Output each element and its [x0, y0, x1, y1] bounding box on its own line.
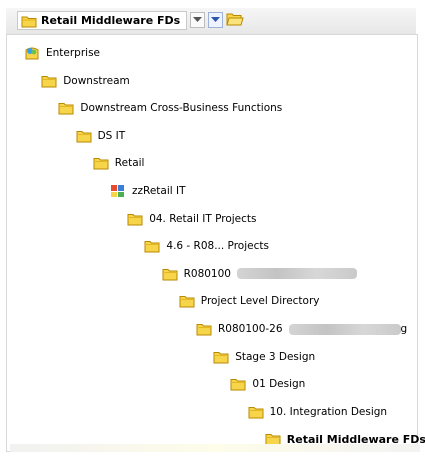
tree-node-label: 10. Integration Design: [269, 405, 388, 418]
folder-selector[interactable]: Retail Middleware FDs: [17, 11, 187, 30]
tree-node-label: Retail: [114, 157, 145, 170]
tree-node-label: Project Level Directory: [200, 295, 320, 308]
tree-node[interactable]: 10. Integration Design: [248, 403, 387, 421]
open-folder-icon[interactable]: [226, 11, 244, 30]
enterprise-icon: [24, 46, 40, 60]
toolbar: Retail Middleware FDs: [6, 8, 416, 34]
tree-node-label: 4.6 - R08... Projects: [166, 240, 269, 253]
tree-node-label: 04. Retail IT Projects: [149, 212, 257, 225]
tree-node-label: Enterprise: [46, 47, 101, 59]
folder-icon: [248, 405, 264, 419]
folder-icon: [162, 267, 178, 281]
tree-node-label: R080100-26: [218, 323, 283, 335]
tree-node[interactable]: DS IT: [76, 127, 126, 145]
folder-icon: [179, 294, 195, 308]
tree-node[interactable]: R080100: [162, 265, 357, 283]
folder-icon: [230, 377, 246, 391]
tree-node-label: R080100: [183, 267, 231, 280]
tree-node[interactable]: 01 Design: [230, 375, 305, 393]
folder-icon: [76, 129, 92, 143]
tree-node-label: zzRetail IT: [132, 185, 186, 197]
folder-icon: [144, 239, 160, 253]
redacted-text: [236, 268, 357, 280]
tree-node-label: DS IT: [97, 129, 126, 142]
folder-icon: [41, 74, 57, 88]
tree-node-label: 01 Design: [252, 378, 306, 391]
status-strip: [10, 444, 420, 452]
dropdown-arrow-icon[interactable]: [190, 12, 205, 28]
folder-icon: [58, 101, 74, 115]
redacted-text: [288, 323, 401, 335]
tree-node[interactable]: Downstream: [41, 72, 130, 90]
tree-node[interactable]: 4.6 - R08... Projects: [144, 237, 269, 255]
folder-icon: [213, 350, 229, 364]
workspace-icon: [110, 184, 126, 198]
tree-node[interactable]: Retail: [93, 154, 145, 172]
tree-node[interactable]: 04. Retail IT Projects: [127, 210, 256, 228]
current-folder-label: Retail Middleware FDs: [41, 14, 181, 27]
tree-node-label: Stage 3 Design: [235, 350, 316, 363]
folder-icon: [93, 156, 109, 170]
tree-node-label: Downstream Cross-Business Functions: [80, 102, 283, 115]
tree-node-label-suffix: g: [400, 323, 408, 335]
tree-node[interactable]: Enterprise: [24, 44, 100, 62]
tree-node[interactable]: Project Level Directory: [179, 292, 320, 310]
tree-node[interactable]: Downstream Cross-Business Functions: [58, 99, 282, 117]
folder-icon: [196, 322, 212, 336]
folder-icon: [127, 212, 143, 226]
tree-node[interactable]: zzRetail IT: [110, 182, 186, 200]
up-level-icon[interactable]: [208, 12, 223, 28]
tree-node[interactable]: R080100-26 g: [196, 320, 407, 338]
tree-node[interactable]: Stage 3 Design: [213, 348, 315, 366]
tree-node-label: Downstream: [63, 74, 130, 87]
folder-icon: [21, 14, 37, 28]
